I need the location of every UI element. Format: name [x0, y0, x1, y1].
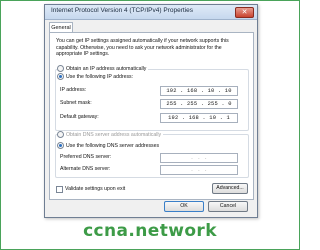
title-bar[interactable]: Internet Protocol Version 4 (TCP/IPv4) P… — [45, 5, 257, 20]
radio-obtain-ip-auto[interactable] — [57, 65, 64, 72]
window-title: Internet Protocol Version 4 (TCP/IPv4) P… — [51, 7, 193, 14]
alternate-dns-input[interactable]: . . . — [160, 165, 238, 175]
use-following-ip-option[interactable]: Use the following IP address: — [57, 73, 136, 80]
description-text: You can get IP settings assigned automat… — [56, 38, 229, 58]
alternate-dns-label: Alternate DNS server: — [60, 166, 111, 172]
general-panel: You can get IP settings assigned automat… — [49, 32, 254, 200]
radio-use-following-ip[interactable] — [57, 73, 64, 80]
obtain-ip-auto-label: Obtain an IP address automatically — [66, 65, 147, 72]
default-gateway-label: Default gateway: — [60, 114, 99, 120]
ip-address-input[interactable]: 192 . 168 . 10 . 10 — [160, 86, 238, 96]
subnet-mask-label: Subnet mask: — [60, 100, 92, 106]
subnet-mask-input[interactable]: 255 . 255 . 255 . 0 — [160, 99, 238, 109]
obtain-dns-auto-label: Obtain DNS server address automatically — [66, 131, 162, 138]
preferred-dns-label: Preferred DNS server: — [60, 154, 112, 160]
advanced-button[interactable]: Advanced... — [212, 183, 248, 194]
cancel-button[interactable]: Cancel — [208, 201, 248, 212]
watermark-text: ccna.network — [83, 221, 217, 241]
obtain-ip-auto-option[interactable]: Obtain an IP address automatically — [57, 65, 149, 72]
use-following-ip-label: Use the following IP address: — [66, 73, 134, 80]
ipv4-properties-dialog: Internet Protocol Version 4 (TCP/IPv4) P… — [44, 4, 258, 218]
validate-label: Validate settings upon exit — [65, 186, 126, 192]
default-gateway-input[interactable]: 192 . 168 . 10 . 1 — [160, 113, 238, 123]
radio-use-following-dns[interactable] — [57, 142, 64, 149]
radio-obtain-dns-auto[interactable] — [57, 131, 64, 138]
ok-button[interactable]: OK — [164, 201, 204, 212]
obtain-dns-auto-option[interactable]: Obtain DNS server address automatically — [57, 131, 164, 138]
use-following-dns-label: Use the following DNS server addresses — [66, 142, 160, 149]
preferred-dns-input[interactable]: . . . — [160, 153, 238, 163]
close-button[interactable]: ✕ — [235, 7, 254, 18]
validate-checkbox[interactable] — [56, 186, 63, 193]
use-following-dns-option[interactable]: Use the following DNS server addresses — [57, 142, 162, 149]
ip-address-label: IP address: — [60, 87, 87, 93]
